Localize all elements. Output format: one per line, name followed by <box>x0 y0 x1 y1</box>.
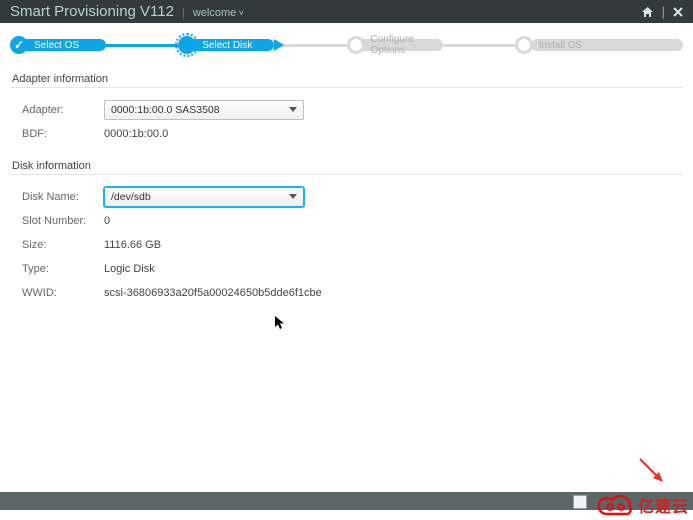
slot-row: Slot Number: 0 <box>22 209 683 233</box>
disk-name-dropdown[interactable]: /dev/sdb <box>104 187 304 207</box>
step-connector <box>443 44 515 47</box>
header-left: Smart Provisioning V112 | welcome <box>10 3 244 20</box>
pending-icon <box>347 36 365 54</box>
section-body: Adapter: 0000:1b:00.0 SAS3508 BDF: 0000:… <box>10 87 683 152</box>
step-label: Select Disk <box>194 39 274 51</box>
field-value: 0000:1b:00.0 <box>104 128 168 140</box>
section-body: Disk Name: /dev/sdb Slot Number: 0 Size:… <box>10 174 683 311</box>
step-select-disk[interactable]: Select Disk <box>178 36 346 54</box>
step-connector <box>106 44 178 47</box>
type-row: Type: Logic Disk <box>22 257 683 281</box>
bdf-row: BDF: 0000:1b:00.0 <box>22 122 683 146</box>
watermark-text: 亿速云 <box>638 493 689 517</box>
disk-info-section: Disk information Disk Name: /dev/sdb Slo… <box>10 160 683 311</box>
field-value: 0 <box>104 215 110 227</box>
field-label: Adapter: <box>22 104 104 116</box>
section-title: Disk information <box>12 160 683 172</box>
welcome-dropdown[interactable]: welcome <box>193 7 244 19</box>
adapter-row: Adapter: 0000:1b:00.0 SAS3508 <box>22 98 683 122</box>
field-value: 1116.66 GB <box>104 239 161 251</box>
disk-name-row: Disk Name: /dev/sdb <box>22 185 683 209</box>
step-label: Select OS <box>26 39 106 51</box>
step-label: Install OS <box>531 39 683 51</box>
chevron-down-icon <box>289 194 297 199</box>
close-icon[interactable] <box>673 7 683 17</box>
title-separator: | <box>182 7 185 19</box>
field-label: Type: <box>22 263 104 275</box>
app-title: Smart Provisioning V112 <box>10 3 174 20</box>
home-icon[interactable] <box>641 6 654 18</box>
step-configure-options: Configure Options <box>347 36 515 54</box>
app-header: Smart Provisioning V112 | welcome | <box>0 0 693 23</box>
step-connector <box>274 44 346 47</box>
step-select-os[interactable]: ✓ Select OS <box>10 36 178 54</box>
watermark-logo: 亿速云 <box>594 492 689 518</box>
footer-checkbox[interactable] <box>573 495 587 509</box>
dropdown-value: 0000:1b:00.0 SAS3508 <box>111 104 220 116</box>
field-label: BDF: <box>22 128 104 140</box>
field-label: Slot Number: <box>22 215 104 227</box>
annotation-arrow-icon <box>635 454 665 484</box>
cloud-icon <box>594 492 636 518</box>
field-label: Disk Name: <box>22 191 104 203</box>
header-right: | <box>641 4 683 19</box>
dropdown-value: /dev/sdb <box>111 191 151 203</box>
wizard-stepper: ✓ Select OS Select Disk Configure Option… <box>10 31 683 59</box>
footer-bar <box>0 492 693 510</box>
size-row: Size: 1116.66 GB <box>22 233 683 257</box>
section-title: Adapter information <box>12 73 683 85</box>
field-value: Logic Disk <box>104 263 155 275</box>
header-divider: | <box>662 4 665 19</box>
adapter-dropdown[interactable]: 0000:1b:00.0 SAS3508 <box>104 100 304 120</box>
adapter-info-section: Adapter information Adapter: 0000:1b:00.… <box>10 73 683 152</box>
field-label: WWID: <box>22 287 104 299</box>
field-value: scsi-36806933a20f5a00024650b5dde6f1cbe <box>104 287 322 299</box>
main-content: ✓ Select OS Select Disk Configure Option… <box>0 23 693 311</box>
wwid-row: WWID: scsi-36806933a20f5a00024650b5dde6f… <box>22 281 683 305</box>
mouse-cursor-icon <box>275 316 285 330</box>
step-install-os: Install OS <box>515 36 683 54</box>
step-label: Configure Options <box>363 39 443 51</box>
chevron-down-icon <box>289 107 297 112</box>
field-label: Size: <box>22 239 104 251</box>
